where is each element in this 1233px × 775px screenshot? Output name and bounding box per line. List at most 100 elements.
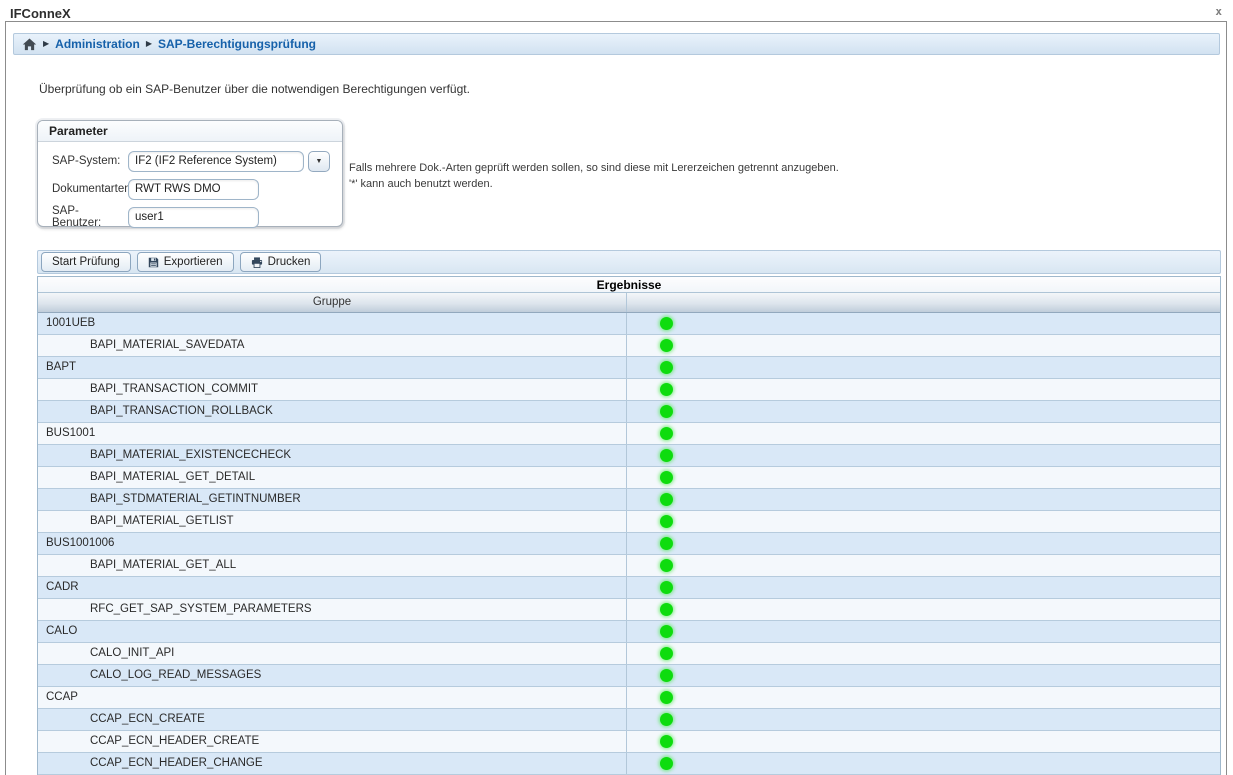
status-cell [627,379,1220,400]
status-cell [627,709,1220,730]
breadcrumb-item-administration[interactable]: Administration [55,37,140,51]
function-name: BAPI_MATERIAL_GET_ALL [38,555,627,576]
status-ok-dot [660,713,673,726]
table-row[interactable]: CCAP_ECN_HEADER_CREATE [38,731,1220,753]
function-name: CALO_INIT_API [38,643,627,664]
sap-benutzer-input[interactable] [128,207,259,228]
table-row[interactable]: BAPI_MATERIAL_SAVEDATA [38,335,1220,357]
function-name: BAPI_MATERIAL_SAVEDATA [38,335,627,356]
table-row[interactable]: BAPI_TRANSACTION_ROLLBACK [38,401,1220,423]
status-ok-dot [660,317,673,330]
function-name: CCAP_ECN_CREATE [38,709,627,730]
status-ok-dot [660,603,673,616]
close-icon[interactable]: x [1215,5,1222,18]
save-icon [148,257,159,268]
app-title: IFConneX [10,6,71,21]
table-row[interactable]: BAPI_TRANSACTION_COMMIT [38,379,1220,401]
status-ok-dot [660,361,673,374]
results-table-body: 1001UEBBAPI_MATERIAL_SAVEDATABAPTBAPI_TR… [38,313,1220,775]
status-cell [627,511,1220,532]
group-name: CADR [38,577,627,598]
table-row[interactable]: CALO_INIT_API [38,643,1220,665]
chevron-down-icon[interactable]: ▼ [308,151,330,172]
table-row[interactable]: CCAP [38,687,1220,709]
table-row[interactable]: 1001UEB [38,313,1220,335]
table-row[interactable]: BUS1001006 [38,533,1220,555]
status-ok-dot [660,471,673,484]
status-cell [627,401,1220,422]
breadcrumb-item-sap-berechtigungspruefung[interactable]: SAP-Berechtigungsprüfung [158,37,316,51]
chevron-separator-icon: ▶ [43,40,49,48]
exportieren-button[interactable]: Exportieren [137,252,234,272]
sap-system-select[interactable]: IF2 (IF2 Reference System) [128,151,304,172]
status-cell [627,313,1220,334]
function-name: BAPI_MATERIAL_GET_DETAIL [38,467,627,488]
function-name: BAPI_TRANSACTION_ROLLBACK [38,401,627,422]
group-name: BAPT [38,357,627,378]
group-name: 1001UEB [38,313,627,334]
status-ok-dot [660,691,673,704]
group-name: CALO [38,621,627,642]
status-ok-dot [660,625,673,638]
table-row[interactable]: BAPI_MATERIAL_EXISTENCECHECK [38,445,1220,467]
status-cell [627,357,1220,378]
status-cell [627,423,1220,444]
hint-line-1: Falls mehrere Dok.-Arten geprüft werden … [349,160,839,176]
status-cell [627,533,1220,554]
parameter-panel-title: Parameter [38,121,342,142]
table-row[interactable]: CCAP_ECN_CREATE [38,709,1220,731]
results-table: Ergebnisse Gruppe 1001UEBBAPI_MATERIAL_S… [37,276,1221,775]
function-name: BAPI_TRANSACTION_COMMIT [38,379,627,400]
status-ok-dot [660,559,673,572]
function-name: CCAP_ECN_HEADER_CHANGE [38,753,627,774]
status-cell [627,335,1220,356]
function-name: CALO_LOG_READ_MESSAGES [38,665,627,686]
table-row[interactable]: BAPI_STDMATERIAL_GETINTNUMBER [38,489,1220,511]
page-description: Überprüfung ob ein SAP-Benutzer über die… [39,82,470,96]
hint-text: Falls mehrere Dok.-Arten geprüft werden … [349,160,839,192]
table-row[interactable]: BUS1001 [38,423,1220,445]
table-row[interactable]: BAPI_MATERIAL_GET_DETAIL [38,467,1220,489]
function-name: BAPI_MATERIAL_GETLIST [38,511,627,532]
status-ok-dot [660,515,673,528]
status-ok-dot [660,537,673,550]
status-ok-dot [660,581,673,594]
group-name: CCAP [38,687,627,708]
status-cell [627,577,1220,598]
status-cell [627,621,1220,642]
home-icon[interactable] [22,38,37,51]
status-ok-dot [660,757,673,770]
status-cell [627,643,1220,664]
status-ok-dot [660,493,673,506]
table-row[interactable]: CCAP_ECN_HEADER_CHANGE [38,753,1220,775]
table-row[interactable]: BAPI_MATERIAL_GETLIST [38,511,1220,533]
table-row[interactable]: RFC_GET_SAP_SYSTEM_PARAMETERS [38,599,1220,621]
function-name: BAPI_MATERIAL_EXISTENCECHECK [38,445,627,466]
hint-line-2: '*' kann auch benutzt werden. [349,176,839,192]
table-row[interactable]: BAPT [38,357,1220,379]
status-ok-dot [660,647,673,660]
status-cell [627,445,1220,466]
printer-icon [251,257,263,268]
gruppe-column-header: Gruppe [38,293,627,312]
dokumentarten-label: Dokumentarten: [52,183,128,195]
start-pruefung-button[interactable]: Start Prüfung [41,252,131,272]
status-cell [627,489,1220,510]
start-pruefung-label: Start Prüfung [52,256,120,268]
function-name: RFC_GET_SAP_SYSTEM_PARAMETERS [38,599,627,620]
status-cell [627,753,1220,774]
chevron-separator-icon: ▶ [146,40,152,48]
status-cell [627,467,1220,488]
drucken-button[interactable]: Drucken [240,252,322,272]
table-row[interactable]: BAPI_MATERIAL_GET_ALL [38,555,1220,577]
dokumentarten-input[interactable] [128,179,259,200]
status-ok-dot [660,339,673,352]
exportieren-label: Exportieren [164,256,223,268]
status-cell [627,687,1220,708]
status-ok-dot [660,405,673,418]
drucken-label: Drucken [268,256,311,268]
table-row[interactable]: CALO_LOG_READ_MESSAGES [38,665,1220,687]
status-ok-dot [660,427,673,440]
table-row[interactable]: CADR [38,577,1220,599]
table-row[interactable]: CALO [38,621,1220,643]
